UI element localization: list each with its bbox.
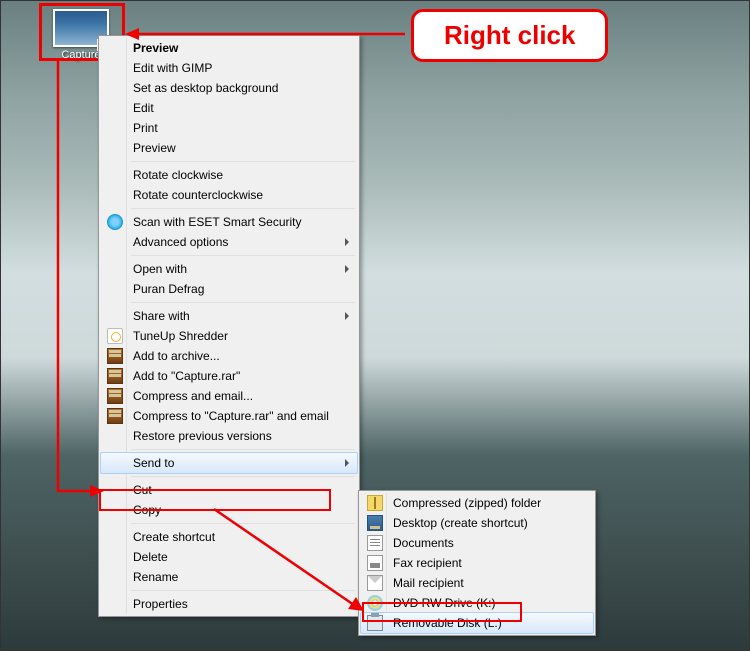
menu-item-rename[interactable]: Rename [101,567,357,587]
menu-separator [131,208,355,209]
menu-item-edit-gimp[interactable]: Edit with GIMP [101,58,357,78]
menu-item-label: Documents [393,536,454,550]
menu-separator [131,476,355,477]
usb-icon [367,615,383,631]
menu-item-props[interactable]: Properties [101,594,357,614]
menu-item-rot-ccw[interactable]: Rotate counterclockwise [101,185,357,205]
menu-separator [131,449,355,450]
menu-item-label: Add to "Capture.rar" [133,369,240,383]
menu-item-shortcut[interactable]: Create shortcut [101,527,357,547]
menu-item-label: Restore previous versions [133,429,272,443]
menu-item-label: Preview [133,141,176,155]
rar-icon [107,388,123,404]
mail-icon [367,575,383,591]
menu-separator [131,590,355,591]
menu-item-set-bg[interactable]: Set as desktop background [101,78,357,98]
menu-item-label: Rotate clockwise [133,168,223,182]
desktop-icon [367,515,383,531]
menu-item-label: Compress and email... [133,389,253,403]
menu-item-label: Compressed (zipped) folder [393,496,541,510]
tuneup-icon [107,328,123,344]
rar-icon [107,348,123,364]
menu-item-label: DVD RW Drive (K:) [393,596,495,610]
menu-item-compr-cap[interactable]: Compress to "Capture.rar" and email [101,406,357,426]
menu-separator [131,161,355,162]
menu-item-label: Send to [133,456,174,470]
menu-item-label: Edit with GIMP [133,61,212,75]
menu-item-tuneup[interactable]: TuneUp Shredder [101,326,357,346]
menu-item-delete[interactable]: Delete [101,547,357,567]
menu-item-eset[interactable]: Scan with ESET Smart Security [101,212,357,232]
menu-item-label: Removable Disk (L:) [393,616,502,630]
menu-item-label: Copy [133,503,161,517]
eset-icon [107,214,123,230]
doc-icon [367,535,383,551]
menu-item-label: Share with [133,309,190,323]
menu-item-label: Add to archive... [133,349,220,363]
submenu-arrow-icon [345,238,349,246]
menu-item-label: TuneUp Shredder [133,329,228,343]
menu-item-zip[interactable]: Compressed (zipped) folder [361,493,593,513]
menu-item-open-with[interactable]: Open with [101,259,357,279]
menu-item-label: Rename [133,570,178,584]
menu-item-desktop[interactable]: Desktop (create shortcut) [361,513,593,533]
menu-item-preview[interactable]: Preview [101,138,357,158]
menu-item-edit[interactable]: Edit [101,98,357,118]
zip-icon [367,495,383,511]
menu-item-label: Properties [133,597,188,611]
menu-separator [131,302,355,303]
menu-item-label: Puran Defrag [133,282,204,296]
dvd-icon [367,595,383,611]
rar-icon [107,408,123,424]
menu-item-compr-email[interactable]: Compress and email... [101,386,357,406]
menu-item-puran[interactable]: Puran Defrag [101,279,357,299]
menu-item-adv-opt[interactable]: Advanced options [101,232,357,252]
menu-item-usb[interactable]: Removable Disk (L:) [360,612,594,634]
menu-item-label: Set as desktop background [133,81,278,95]
menu-item-label: Create shortcut [133,530,215,544]
callout-right-click: Right click [411,9,608,62]
menu-item-label: Rotate counterclockwise [133,188,263,202]
context-menu[interactable]: Preview Edit with GIMP Set as desktop back… [98,35,360,617]
menu-item-share-with[interactable]: Share with [101,306,357,326]
menu-separator [131,523,355,524]
menu-item-label: Delete [133,550,168,564]
submenu-arrow-icon [345,459,349,467]
menu-item-send-to[interactable]: Send to [100,452,358,474]
menu-item-preview-bold[interactable]: Preview [101,38,357,58]
fax-icon [367,555,383,571]
menu-item-label: Fax recipient [393,556,462,570]
menu-item-label: Open with [133,262,187,276]
rar-icon [107,368,123,384]
menu-item-rot-cw[interactable]: Rotate clockwise [101,165,357,185]
menu-item-label: Cut [133,483,152,497]
menu-item-dvd[interactable]: DVD RW Drive (K:) [361,593,593,613]
submenu-arrow-icon [345,265,349,273]
menu-item-add-capture[interactable]: Add to "Capture.rar" [101,366,357,386]
menu-item-mail[interactable]: Mail recipient [361,573,593,593]
menu-item-label: Desktop (create shortcut) [393,516,528,530]
menu-item-restore[interactable]: Restore previous versions [101,426,357,446]
send-to-submenu[interactable]: Compressed (zipped) folder Desktop (creat… [358,490,596,636]
menu-item-add-arch[interactable]: Add to archive... [101,346,357,366]
menu-item-cut[interactable]: Cut [101,480,357,500]
menu-item-label: Compress to "Capture.rar" and email [133,409,329,423]
menu-item-print[interactable]: Print [101,118,357,138]
menu-item-label: Advanced options [133,235,228,249]
menu-item-label: Print [133,121,158,135]
menu-separator [131,255,355,256]
annotation-arrow-sendto [34,61,104,505]
menu-item-label: Preview [133,41,178,55]
menu-item-fax[interactable]: Fax recipient [361,553,593,573]
submenu-arrow-icon [345,312,349,320]
menu-item-label: Edit [133,101,154,115]
menu-item-label: Mail recipient [393,576,464,590]
menu-item-copy[interactable]: Copy [101,500,357,520]
menu-item-label: Scan with ESET Smart Security [133,215,302,229]
menu-item-docs[interactable]: Documents [361,533,593,553]
